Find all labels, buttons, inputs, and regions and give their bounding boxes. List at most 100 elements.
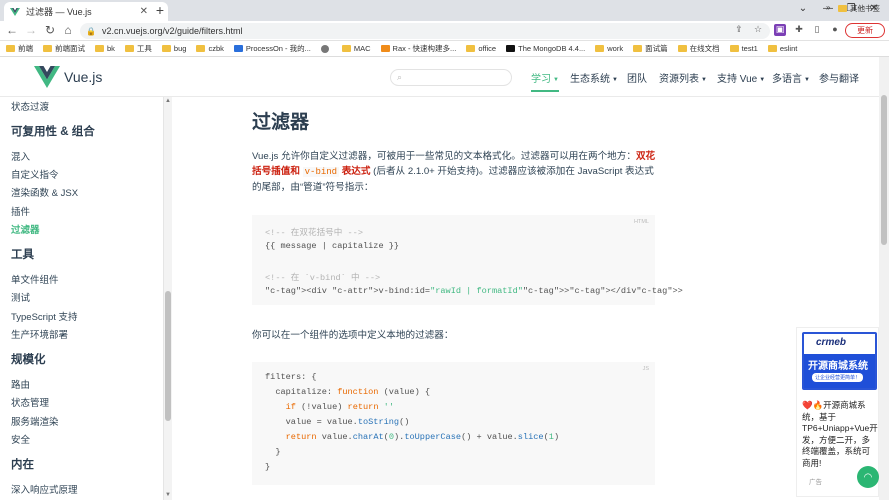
new-tab-icon[interactable]: + xyxy=(152,2,168,18)
url-field[interactable]: 🔒 v2.cn.vuejs.org/v2/guide/filters.html xyxy=(80,23,770,39)
ad-image[interactable]: crmeb 开源商城系统 让企业经营更简单！ xyxy=(802,332,877,390)
bookmarks-bar: 前端 前端面试 bk 工具 bug czbk ProcessOn - 我的... MAC Rax… xyxy=(0,41,889,57)
ad-brand-logo: crmeb xyxy=(816,337,847,348)
other-bookmarks[interactable]: 其他书签 xyxy=(838,3,880,14)
sidebar-item[interactable]: 深入响应式原理 xyxy=(11,482,78,496)
ad-image-top: crmeb xyxy=(804,334,875,354)
forward-icon[interactable]: → xyxy=(23,23,39,37)
bookmark-item[interactable]: czbk xyxy=(196,44,224,53)
back-icon[interactable]: ← xyxy=(4,23,20,37)
bookmark-item[interactable]: bug xyxy=(161,44,186,53)
more-bookmarks-icon[interactable]: » xyxy=(826,3,830,12)
code-line: filters: { xyxy=(265,372,317,382)
sidebar-item[interactable]: 安全 xyxy=(11,432,30,446)
sidebar-item[interactable]: 路由 xyxy=(11,377,30,391)
sidebar-scroll-thumb[interactable] xyxy=(165,291,171,421)
lock-icon[interactable]: 🔒 xyxy=(86,27,96,36)
other-bookmarks-label: 其他书签 xyxy=(850,4,880,13)
nav-item[interactable]: 生态系统 ▼ xyxy=(570,70,618,85)
bookmark-item[interactable]: 前端 xyxy=(6,43,33,54)
bookmark-item[interactable]: 在线文档 xyxy=(677,43,720,54)
home-icon[interactable]: ⌂ xyxy=(60,23,76,37)
sidebar-item[interactable]: 状态管理 xyxy=(11,395,49,409)
ad-banner-subtitle: 让企业经营更简单！ xyxy=(812,373,864,382)
reload-icon[interactable]: ↻ xyxy=(42,23,58,37)
bookmark-item[interactable]: Rax - 快速构建多... xyxy=(380,43,456,54)
url-text: v2.cn.vuejs.org/v2/guide/filters.html xyxy=(101,26,243,36)
tab-close-icon[interactable]: ✕ xyxy=(140,6,148,17)
folder-icon xyxy=(161,45,171,52)
wifi-icon[interactable]: ◠ xyxy=(857,466,879,488)
profile-icon[interactable]: ● xyxy=(829,24,841,36)
bookmark-item[interactable]: test1 xyxy=(729,44,758,53)
page-title: 过滤器 xyxy=(252,112,310,133)
star-icon[interactable]: ☆ xyxy=(752,24,764,36)
bookmark-item[interactable]: office xyxy=(466,44,496,53)
scroll-down-icon[interactable]: ▼ xyxy=(165,492,171,498)
bookmark-item[interactable]: MAC xyxy=(341,44,371,53)
sidebar-item[interactable]: 插件 xyxy=(11,204,30,218)
sponsor-ad[interactable]: crmeb 开源商城系统 让企业经营更简单！ ❤️🔥开源商城系统，基于TP6+U… xyxy=(796,327,879,497)
bookmark-item[interactable] xyxy=(320,44,332,53)
intro-text-1: Vue.js 允许你自定义过滤器，可被用于一些常见的文本格式化。过滤器可以用在两… xyxy=(252,151,636,162)
scroll-up-icon[interactable]: ▲ xyxy=(165,98,171,104)
bookmark-item[interactable]: ProcessOn - 我的... xyxy=(233,43,311,54)
nav-label: 生态系统 xyxy=(570,74,610,85)
sidebar-item[interactable]: 过滤器 xyxy=(11,222,40,236)
vue-logo-icon[interactable] xyxy=(34,66,60,88)
folder-icon xyxy=(506,45,516,52)
folder-icon xyxy=(729,45,739,52)
bookmark-item[interactable]: The MongoDB 4.4... xyxy=(506,44,585,53)
nav-item[interactable]: 资源列表 ▼ xyxy=(659,70,707,85)
code-block-js: JS filters: { capitalize: function (valu… xyxy=(252,362,655,485)
nav-item[interactable]: 支持 Vue ▼ xyxy=(717,70,765,85)
code-block-html: HTML <!-- 在双花括号中 --> {{ message | capital… xyxy=(252,215,683,305)
sidebar-item[interactable]: 自定义指令 xyxy=(11,167,59,181)
nav-item[interactable]: 团队 xyxy=(627,70,647,85)
search-input[interactable]: ⌕ xyxy=(390,69,512,86)
page-scroll-thumb[interactable] xyxy=(881,95,887,245)
sidebar-item[interactable]: 测试 xyxy=(11,290,30,304)
sidebar-section-heading: 工具 xyxy=(11,249,34,261)
sidebar-item[interactable]: 生产环境部署 xyxy=(11,327,68,341)
nav-item[interactable]: 参与翻译 xyxy=(819,70,859,85)
brand-name[interactable]: Vue.js xyxy=(64,69,102,85)
nav-label: 学习 xyxy=(531,74,551,85)
code-line: <!-- 在双花括号中 --> xyxy=(265,228,363,238)
ad-text[interactable]: ❤️🔥开源商城系统，基于TP6+Uniapp+Vue开发，方便二开，多终端覆盖，… xyxy=(802,400,878,469)
bookmark-item[interactable]: 前端面试 xyxy=(43,43,85,54)
puzzle-icon[interactable]: ✚ xyxy=(793,24,805,36)
sidebar-item[interactable]: 单文件组件 xyxy=(11,272,59,286)
nav-item[interactable]: 学习 ▼ xyxy=(531,70,559,92)
caret-down-icon: ▼ xyxy=(612,77,618,83)
globe-icon xyxy=(320,44,329,53)
sidebar-item[interactable]: 渲染函数 & JSX xyxy=(11,185,78,199)
bookmark-label: 在线文档 xyxy=(689,44,720,53)
bookmark-label: czbk xyxy=(208,44,224,53)
bookmark-item[interactable]: 面试篇 xyxy=(633,43,668,54)
bookmark-label: 面试篇 xyxy=(645,44,668,53)
sidebar-section-heading: 规模化 xyxy=(11,354,46,366)
bookmark-item[interactable]: eslint xyxy=(767,44,797,53)
folder-icon xyxy=(838,5,847,12)
page-scrollbar[interactable] xyxy=(879,57,889,500)
chevron-down-icon[interactable]: ⌄ xyxy=(793,3,813,14)
sidebar-scrollbar[interactable]: ▲ ▼ xyxy=(163,97,172,500)
bookmark-item[interactable]: 工具 xyxy=(124,43,152,54)
sidebar-item[interactable]: TypeScript 支持 xyxy=(11,309,78,323)
browser-tab[interactable]: 过滤器 — Vue.js ✕ xyxy=(4,2,168,21)
nav-label: 参与翻译 xyxy=(819,74,859,85)
sidebar-item[interactable]: 状态过渡 xyxy=(11,99,49,113)
share-icon[interactable]: ⇪ xyxy=(733,24,745,36)
bookmark-item[interactable]: work xyxy=(595,44,623,53)
bookmark-label: work xyxy=(607,44,624,53)
sidebar-item[interactable]: 混入 xyxy=(11,149,30,163)
extension-icon[interactable]: ▣ xyxy=(774,24,786,36)
sidepanel-icon[interactable]: ▯ xyxy=(811,24,823,36)
nav-item[interactable]: 多语言 ▼ xyxy=(772,70,810,85)
sidebar-item[interactable]: 服务端渲染 xyxy=(11,414,59,428)
bookmark-item[interactable]: bk xyxy=(95,44,115,53)
update-button[interactable]: 更新 xyxy=(845,23,885,38)
site-header: Vue.js ⌕ 学习 ▼ 生态系统 ▼ 团队 资源列表 ▼ 支持 Vue ▼ 多语言 ▼ 参与翻译 xyxy=(0,57,879,97)
intro-paragraph: Vue.js 允许你自定义过滤器，可被用于一些常见的文本格式化。过滤器可以用在两… xyxy=(252,149,662,195)
